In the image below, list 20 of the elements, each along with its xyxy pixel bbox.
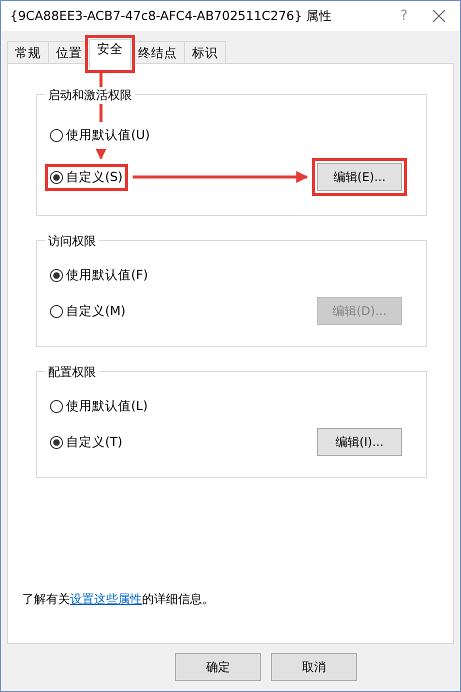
tab[interactable]: 标识: [184, 41, 226, 63]
radio-option[interactable]: 自定义(S): [45, 164, 128, 190]
edit-button[interactable]: 编辑(E)...: [312, 158, 407, 196]
tab[interactable]: 常规: [7, 41, 49, 63]
window-title: {9CA88EE3-ACB7-47c8-AFC4-AB702511C276} 属性: [10, 8, 334, 24]
radio-icon[interactable]: [50, 436, 63, 448]
group-title: 访问权限: [45, 233, 99, 250]
dialog-button[interactable]: 取消: [271, 653, 357, 681]
info-text: 了解有关设置这些属性的详细信息。: [22, 591, 215, 608]
close-icon[interactable]: [432, 9, 446, 23]
group-title: 配置权限: [45, 364, 99, 381]
radio-icon[interactable]: [50, 170, 63, 184]
properties-link[interactable]: 设置这些属性: [70, 592, 142, 606]
radio-icon[interactable]: [50, 128, 63, 142]
dialog-button[interactable]: 确定: [175, 653, 261, 681]
radio-icon[interactable]: [50, 268, 63, 282]
group-title: 启动和激活权限: [45, 87, 135, 104]
edit-button[interactable]: 编辑(I)...: [317, 428, 402, 456]
radio-icon[interactable]: [50, 400, 63, 412]
radio-icon[interactable]: [50, 304, 63, 318]
